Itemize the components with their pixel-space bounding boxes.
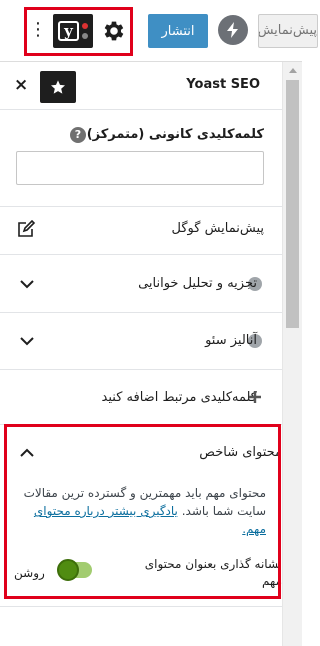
divider (0, 254, 282, 255)
scrollbar-thumb[interactable] (286, 80, 299, 328)
plus-icon[interactable] (248, 390, 262, 404)
focus-keyphrase-label: کلمه‌کلیدی کانونی (متمرکز) (86, 127, 264, 142)
divider (0, 206, 282, 207)
chevron-down-icon[interactable] (20, 336, 34, 346)
edit-icon[interactable] (17, 220, 37, 238)
bolt-icon (227, 22, 238, 38)
google-preview-toggle[interactable]: پیش‌نمایش گوگل (172, 221, 264, 236)
add-related-keyphrase-button[interactable]: کلمه‌کلیدی مرتبط اضافه کنید (102, 390, 257, 405)
preview-button[interactable]: پیش‌نمایش (258, 14, 318, 48)
jetpack-button[interactable] (218, 15, 248, 45)
pin-sidebar-button[interactable] (40, 71, 76, 103)
scroll-up-arrow-icon[interactable] (289, 68, 297, 73)
close-icon[interactable]: × (14, 74, 28, 96)
focus-keyphrase-input[interactable] (16, 151, 264, 185)
divider (0, 312, 282, 313)
star-icon (51, 80, 65, 94)
sidebar-title: Yoast SEO (186, 77, 260, 92)
help-icon[interactable]: ? (70, 127, 86, 143)
seo-analysis-toggle[interactable]: آنالیز سئو (205, 333, 257, 348)
highlight-box-toolbar (24, 7, 133, 56)
highlight-box-cornerstone (4, 424, 281, 599)
scrollbar[interactable] (282, 62, 302, 646)
readability-analysis-toggle[interactable]: تجزیه و تحلیل خوانایی (138, 276, 257, 291)
publish-button[interactable]: انتشار (148, 14, 208, 48)
chevron-down-icon[interactable] (20, 279, 34, 289)
divider (0, 369, 282, 370)
divider (0, 606, 282, 607)
